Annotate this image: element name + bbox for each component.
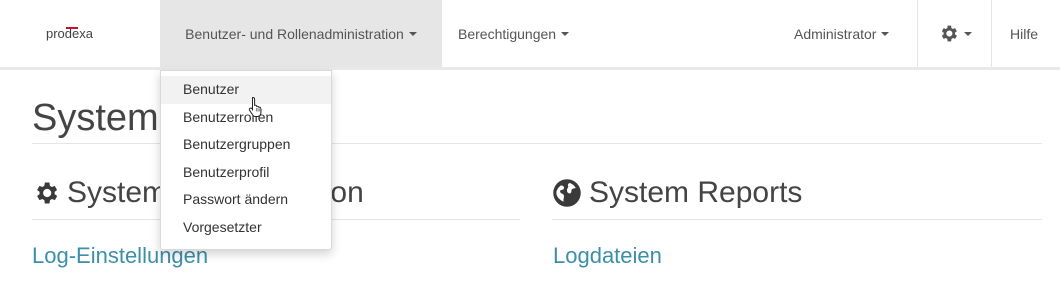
menu-item-user-profile[interactable]: Benutzerprofil [161,159,331,187]
section-title: System Reports [589,176,803,209]
menu-item-change-password[interactable]: Passwort ändern [161,186,331,214]
menu-item-supervisor[interactable]: Vorgesetzter [161,214,331,242]
menu-permissions-label: Berechtigungen [458,25,557,42]
caret-down-icon [408,31,417,36]
menu-users-and-roles[interactable]: Benutzer- und Rollenadministration [160,0,442,67]
menu-user-account[interactable]: Administrator [794,0,890,67]
gear-icon [32,179,60,207]
brand-logo[interactable]: pro de xa [46,0,93,67]
menu-help-label: Hilfe [1010,25,1039,42]
caret-down-icon [881,31,890,36]
users-dropdown-menu: Benutzer Benutzerrollen Benutzergruppen … [160,70,332,250]
menu-settings[interactable] [917,0,992,67]
menu-users-label: Benutzer- und Rollenadministration [185,25,404,42]
menu-help[interactable]: Hilfe [1010,0,1038,67]
brand-part: pro [46,26,65,41]
brand-accent: de [64,26,80,41]
caret-down-icon [561,31,570,36]
menu-item-user-roles[interactable]: Benutzerrollen [161,104,331,132]
caret-down-icon [963,31,972,36]
section-system-reports: System Reports [552,176,802,210]
page-title: System [32,97,159,139]
menu-user-label: Administrator [794,25,877,42]
section-divider [552,219,1042,220]
brand-part: xa [79,26,93,41]
menu-item-users[interactable]: Benutzer [161,76,331,104]
top-navbar: pro de xa Benutzer- und Rollenadministrati… [0,0,1060,70]
globe-icon [552,178,582,208]
gear-icon [938,23,959,44]
menu-permissions[interactable]: Berechtigungen [458,0,570,67]
menu-item-user-groups[interactable]: Benutzergruppen [161,131,331,159]
link-log-files[interactable]: Logdateien [553,243,662,269]
hand-pointer-icon [248,96,262,117]
